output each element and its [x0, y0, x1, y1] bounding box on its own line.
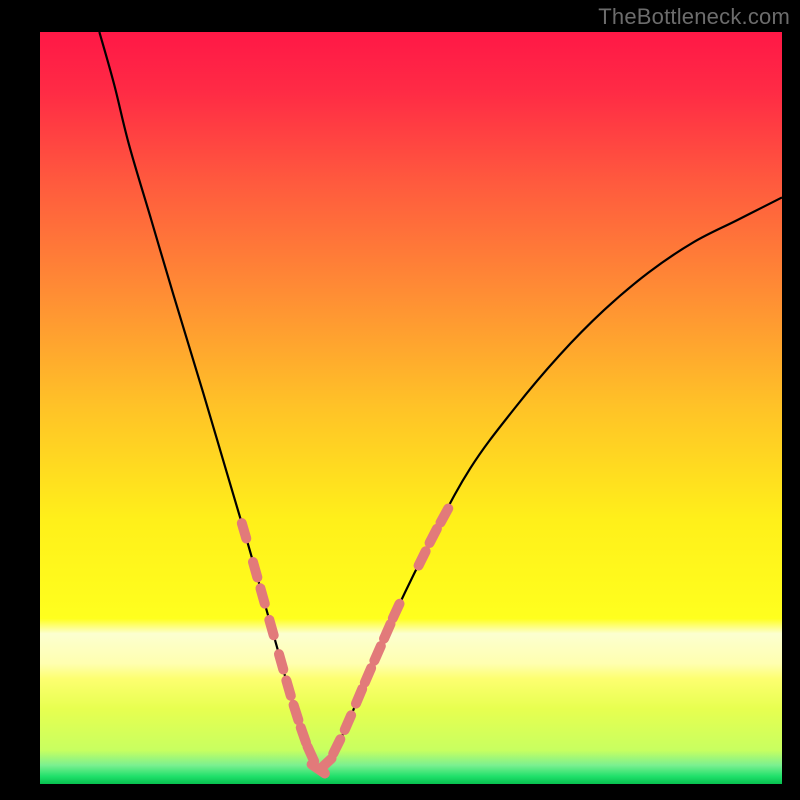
- watermark-text: TheBottleneck.com: [598, 4, 790, 30]
- bottleneck-chart: [0, 0, 800, 800]
- chart-frame: TheBottleneck.com: [0, 0, 800, 800]
